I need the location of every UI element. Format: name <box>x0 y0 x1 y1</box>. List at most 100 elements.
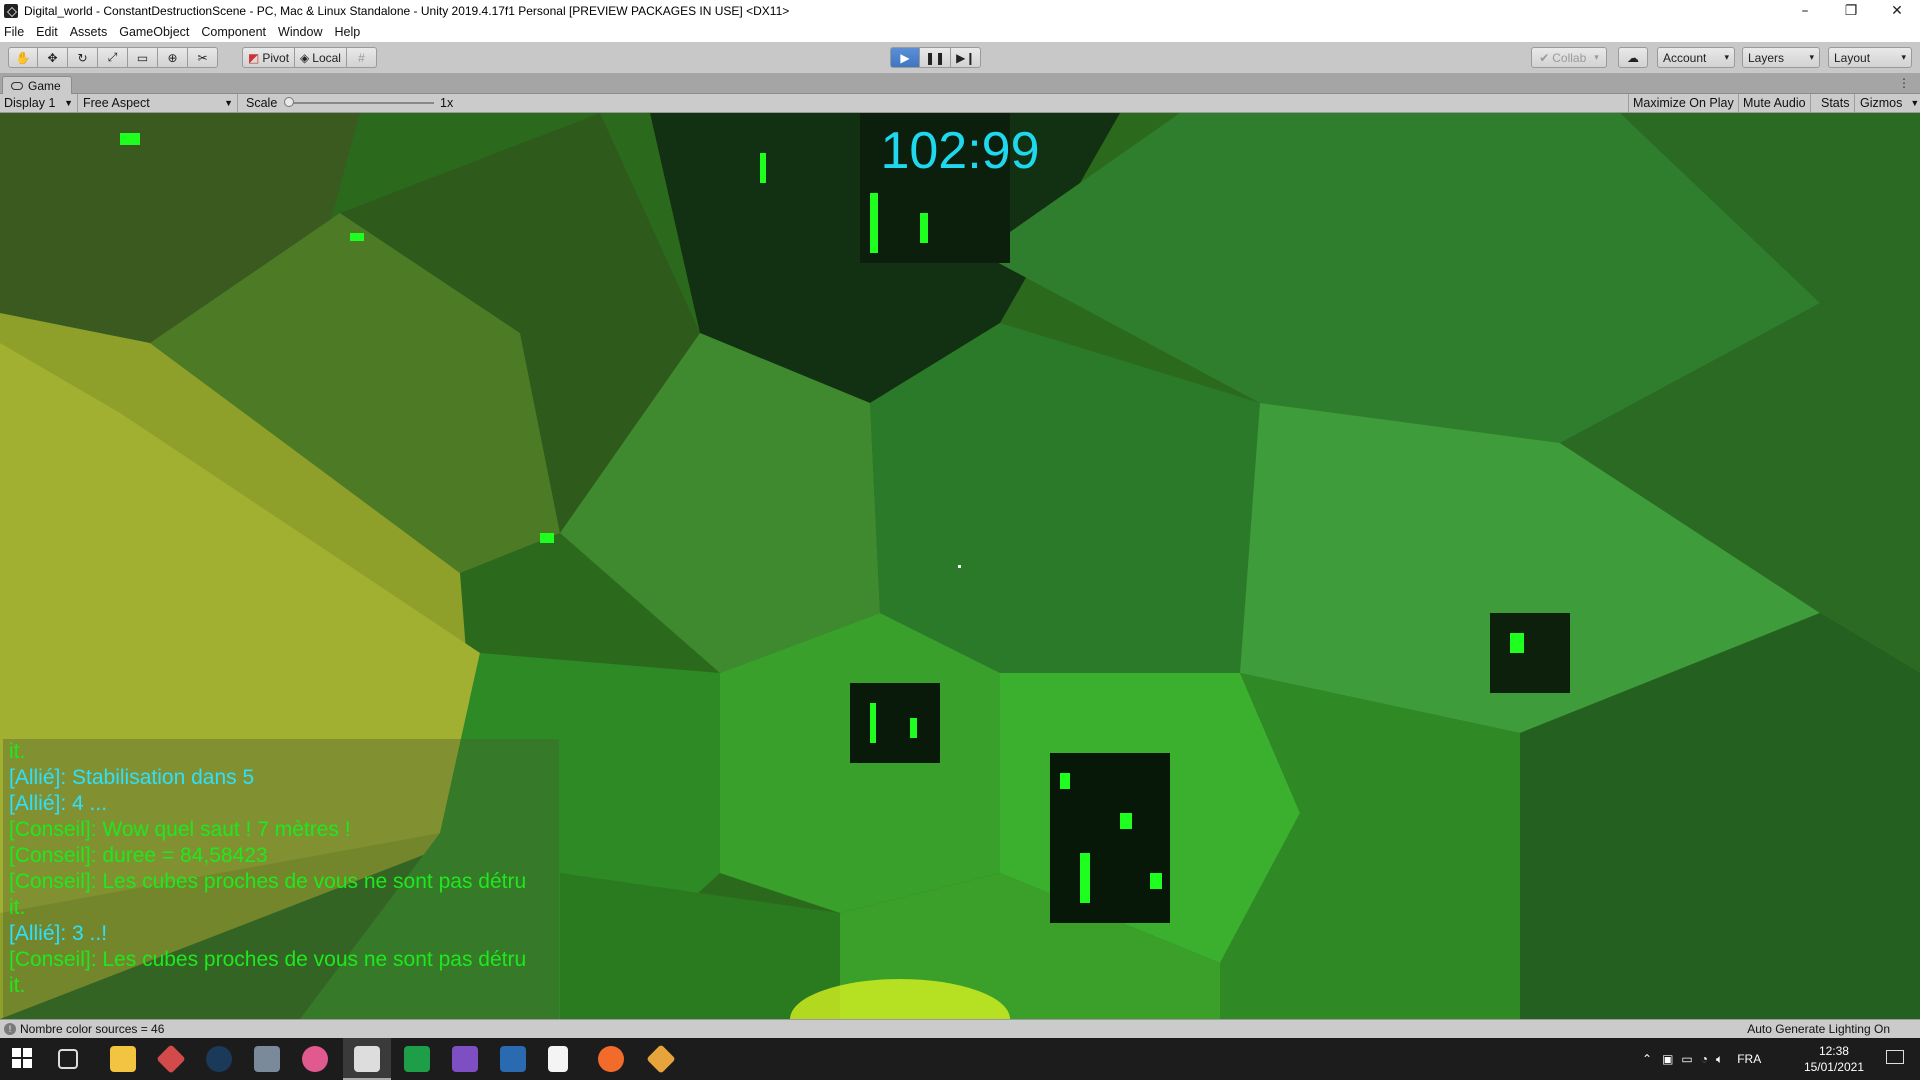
menu-window[interactable]: Window <box>278 25 322 39</box>
chevron-down-icon: ▼ <box>64 98 73 108</box>
tab-game-label: Game <box>28 79 61 93</box>
pause-button[interactable]: ❚❚ <box>920 47 952 68</box>
wifi-icon[interactable]: ◔ <box>1701 1052 1708 1066</box>
lighting-status[interactable]: Auto Generate Lighting On <box>1747 1022 1890 1036</box>
scale-slider-handle[interactable] <box>284 97 294 107</box>
window-titlebar: Digital_world - ConstantDestructionScene… <box>0 0 1920 22</box>
transform-tool-button[interactable]: ⊕ <box>158 47 188 68</box>
display-label: Display 1 <box>4 96 56 110</box>
menu-gameobject[interactable]: GameObject <box>119 25 189 39</box>
grid-snap-button[interactable]: # <box>346 47 377 68</box>
account-label: Account <box>1663 50 1707 65</box>
local-button[interactable]: ◈ Local <box>295 47 347 68</box>
close-button[interactable]: ✕ <box>1874 0 1920 22</box>
pivot-button[interactable]: ◩ Pivot <box>242 47 296 68</box>
minimize-button[interactable]: – <box>1782 0 1828 22</box>
chat-line: [Allié]: Stabilisation dans 5 <box>9 766 255 789</box>
collab-button[interactable]: ✔ Collab ▾ <box>1531 47 1607 68</box>
custom-tool-button[interactable]: ✂ <box>188 47 218 68</box>
move-tool-button[interactable]: ✥ <box>38 47 68 68</box>
collab-label: Collab <box>1552 50 1587 65</box>
git-kraken-icon[interactable] <box>646 1044 676 1074</box>
chat-line: it. <box>9 896 26 919</box>
unity-icon[interactable] <box>354 1046 380 1072</box>
task-view-icon[interactable] <box>58 1049 78 1069</box>
rotate-tool-button[interactable]: ↻ <box>68 47 98 68</box>
visual-studio-icon[interactable] <box>452 1046 478 1072</box>
osu-icon[interactable] <box>302 1046 328 1072</box>
status-bar: ! Nombre color sources = 46 Auto Generat… <box>0 1019 1920 1038</box>
chevron-down-icon: ▼ <box>1910 98 1920 108</box>
git-icon[interactable] <box>156 1044 186 1074</box>
chevron-down-icon: ▾ <box>1724 52 1729 62</box>
menu-assets[interactable]: Assets <box>70 25 108 39</box>
system-tray: ⌃ ▣ ▭ ◔ 🔈︎ FRA <box>1642 1038 1761 1080</box>
maximize-button[interactable]: ❐ <box>1828 0 1874 22</box>
tab-game[interactable]: Game <box>2 76 72 95</box>
layers-group: Layers ▾ <box>1742 47 1820 68</box>
crosshair <box>958 565 961 568</box>
aspect-dropdown[interactable]: Free Aspect ▼ <box>78 94 238 112</box>
scale-slider-track[interactable] <box>288 102 434 104</box>
step-button[interactable]: ▶❙ <box>951 47 982 68</box>
network-icon[interactable]: ▣ <box>1662 1052 1673 1066</box>
editor-icon[interactable] <box>500 1046 526 1072</box>
chat-line: [Conseil]: Les cubes proches de vous ne … <box>9 870 527 893</box>
timer-display: 102:99 <box>880 122 1040 180</box>
gizmos-label: Gizmos <box>1860 96 1903 110</box>
layout-group: Layout ▾ <box>1828 47 1912 68</box>
grid-icon: # <box>358 50 365 65</box>
clock[interactable]: 12:38 15/01/2021 <box>1804 1043 1864 1075</box>
language-indicator[interactable]: FRA <box>1737 1052 1761 1066</box>
maximize-on-play-toggle[interactable]: Maximize On Play <box>1628 94 1739 112</box>
notification-icon[interactable] <box>1886 1050 1904 1064</box>
play-button[interactable]: ▶ <box>890 47 920 68</box>
cloud-icon: ☁ <box>1627 50 1639 65</box>
volume-icon[interactable]: 🔈︎ <box>1716 1052 1723 1067</box>
windows-taskbar: ⌃ ▣ ▭ ◔ 🔈︎ FRA 12:38 15/01/2021 <box>0 1038 1920 1080</box>
windows-start-icon[interactable] <box>10 1046 34 1070</box>
console-message[interactable]: Nombre color sources = 46 <box>20 1022 164 1036</box>
chat-line: [Conseil]: Les cubes proches de vous ne … <box>9 948 527 971</box>
game-tab-bar: Game ⋮ <box>0 74 1920 95</box>
layout-dropdown[interactable]: Layout ▾ <box>1828 47 1912 68</box>
scale-tool-button[interactable]: ⤢ <box>98 47 128 68</box>
stats-toggle[interactable]: Stats <box>1817 94 1855 112</box>
account-group: Account ▾ <box>1657 47 1735 68</box>
display-dropdown[interactable]: Display 1 ▼ <box>0 94 78 112</box>
menu-edit[interactable]: Edit <box>36 25 58 39</box>
layers-dropdown[interactable]: Layers ▾ <box>1742 47 1820 68</box>
tools-icon: ✂ <box>197 50 208 65</box>
battery-icon[interactable]: ▭ <box>1681 1052 1692 1066</box>
firefox-icon[interactable] <box>598 1046 624 1072</box>
hand-icon: ✋ <box>15 50 31 65</box>
account-dropdown[interactable]: Account ▾ <box>1657 47 1735 68</box>
menu-file[interactable]: File <box>4 25 24 39</box>
scale-icon: ⤢ <box>107 50 118 64</box>
chat-line: it. <box>9 974 26 997</box>
app-icon[interactable] <box>254 1046 280 1072</box>
tab-menu-button[interactable]: ⋮ <box>1898 76 1910 90</box>
hand-tool-button[interactable]: ✋ <box>8 47 38 68</box>
pycharm-icon[interactable] <box>404 1046 430 1072</box>
clock-time: 12:38 <box>1818 1044 1849 1058</box>
game-viewport[interactable]: 102:99 it. [Allié]: Stabilisation dans 5… <box>0 113 1920 1019</box>
mute-audio-toggle[interactable]: Mute Audio <box>1739 94 1811 112</box>
cloud-button[interactable]: ☁ <box>1618 47 1648 68</box>
chevron-up-icon[interactable]: ⌃ <box>1642 1052 1652 1066</box>
steam-icon[interactable] <box>206 1046 232 1072</box>
menu-help[interactable]: Help <box>334 25 360 39</box>
rect-tool-button[interactable]: ▭ <box>128 47 158 68</box>
file-explorer-icon[interactable] <box>110 1046 136 1072</box>
clock-date: 15/01/2021 <box>1803 1060 1864 1074</box>
aspect-label: Free Aspect <box>83 96 150 110</box>
pivot-icon: ◩ <box>248 50 260 65</box>
chat-line: [Conseil]: duree = 84,58423 <box>9 844 268 867</box>
layout-label: Layout <box>1834 50 1871 65</box>
pause-icon: ❚❚ <box>925 50 946 65</box>
pivot-label: Pivot <box>262 50 290 65</box>
menu-component[interactable]: Component <box>201 25 266 39</box>
play-icon: ▶ <box>900 50 910 65</box>
notepad-icon[interactable] <box>548 1046 568 1072</box>
gizmos-dropdown[interactable]: Gizmos ▼ <box>1856 94 1920 112</box>
